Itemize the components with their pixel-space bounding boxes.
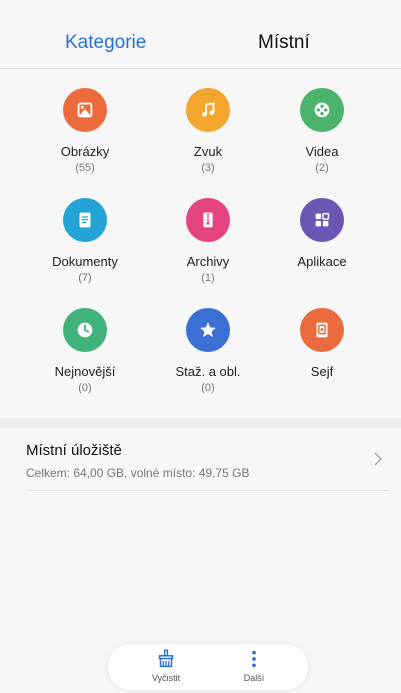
- bottom-action-bar: Vyčistit Další: [108, 644, 308, 690]
- clock-icon: [63, 308, 107, 352]
- film-reel-icon: [300, 88, 344, 132]
- category-label: Dokumenty: [52, 254, 118, 269]
- archive-zip-icon: [186, 198, 230, 242]
- clean-button[interactable]: Vyčistit: [136, 648, 196, 683]
- category-documents[interactable]: Dokumenty (7): [20, 198, 150, 285]
- category-count: (55): [75, 162, 95, 174]
- category-count: (7): [78, 272, 92, 284]
- category-videos[interactable]: Videa (2): [257, 88, 387, 175]
- category-label: Videa: [305, 144, 339, 159]
- storage-title: Místní úložiště: [26, 442, 122, 459]
- broom-icon: [158, 649, 174, 668]
- apps-grid-icon: [300, 198, 344, 242]
- category-archives[interactable]: Archivy (1): [143, 198, 273, 285]
- tab-bar: Kategorie Místní: [0, 0, 401, 69]
- music-note-icon: [186, 88, 230, 132]
- category-label: Zvuk: [193, 144, 223, 159]
- local-storage-row[interactable]: Místní úložiště Celkem: 64,00 GB, volné …: [0, 428, 401, 498]
- chevron-right-icon: [374, 452, 383, 466]
- category-downloads[interactable]: Staž. a obl. (0): [143, 308, 273, 395]
- document-icon: [63, 198, 107, 242]
- category-images[interactable]: Obrázky (55): [20, 88, 150, 175]
- storage-capacity: Celkem: 64,00 GB, volné místo: 49,75 GB: [26, 466, 250, 480]
- category-label: Nejnovější: [54, 364, 116, 379]
- category-recent[interactable]: Nejnovější (0): [20, 308, 150, 395]
- category-count: (0): [201, 382, 215, 394]
- more-vertical-icon: [252, 650, 256, 668]
- category-label: Archivy: [186, 254, 230, 269]
- tab-categories[interactable]: Kategorie: [65, 31, 146, 55]
- section-divider: [0, 418, 401, 428]
- star-icon: [186, 308, 230, 352]
- category-apps[interactable]: Aplikace: [257, 198, 387, 271]
- category-count: (1): [201, 272, 215, 284]
- category-label: Staž. a obl.: [175, 364, 241, 379]
- category-count: (2): [315, 162, 329, 174]
- category-count: (3): [201, 162, 215, 174]
- safe-icon: [300, 308, 344, 352]
- clean-label: Vyčistit: [151, 673, 181, 683]
- divider: [26, 490, 389, 491]
- category-safe[interactable]: Sejf: [257, 308, 387, 381]
- category-label: Obrázky: [60, 144, 110, 159]
- more-label: Další: [243, 673, 265, 683]
- category-audio[interactable]: Zvuk (3): [143, 88, 273, 175]
- category-count: (0): [78, 382, 92, 394]
- category-grid: Obrázky (55) Zvuk (3) Videa (2) Dokument…: [0, 68, 401, 418]
- category-label: Sejf: [310, 364, 334, 379]
- category-label: Aplikace: [297, 254, 347, 269]
- more-button[interactable]: Další: [224, 648, 284, 683]
- tab-local[interactable]: Místní: [258, 31, 310, 55]
- images-icon: [63, 88, 107, 132]
